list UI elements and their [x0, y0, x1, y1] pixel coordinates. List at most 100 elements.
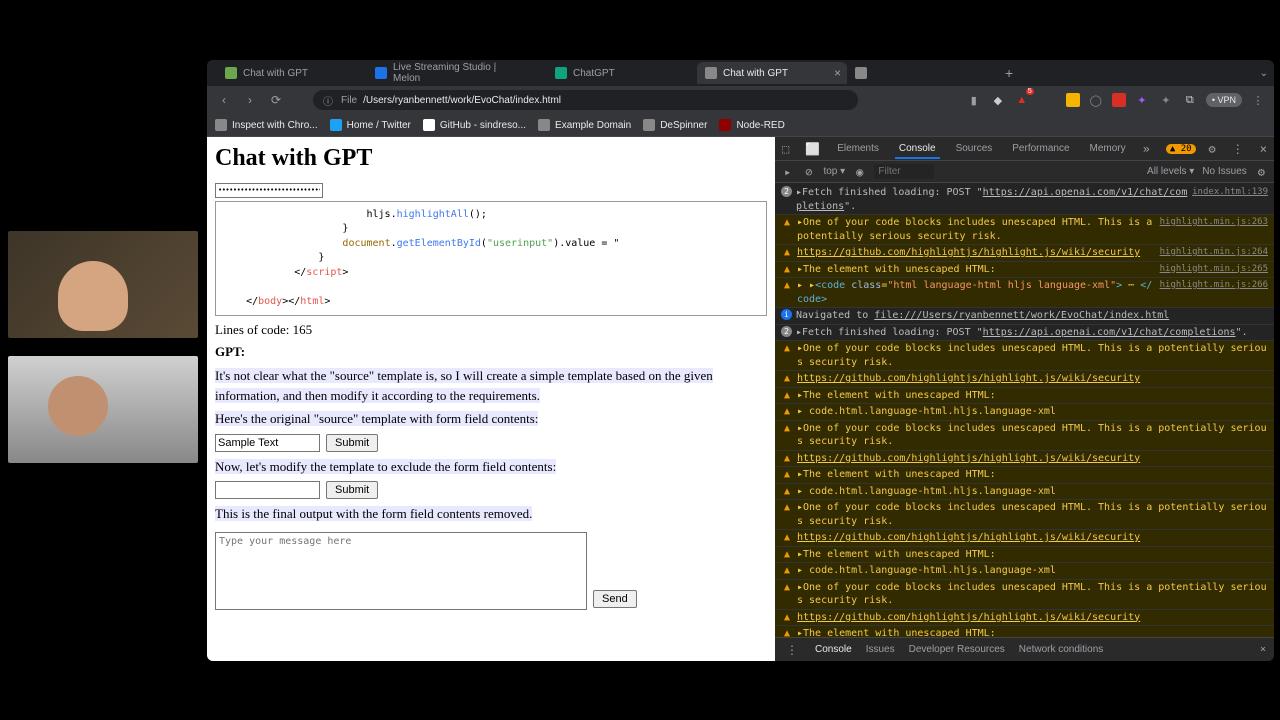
- warning-icon: ▲: [781, 389, 793, 403]
- close-tab-icon[interactable]: ×: [834, 66, 841, 80]
- console-settings-icon[interactable]: ⚙: [1255, 165, 1268, 179]
- console-log-entry[interactable]: ▲▸One of your code blocks includes unesc…: [775, 580, 1274, 610]
- drawer-tab-0[interactable]: Console: [815, 644, 852, 655]
- extensions: ▮ ◆ ▲5 ◯ ✦ ✦ ⧉ • VPN ⋮: [966, 92, 1266, 108]
- ext5-icon[interactable]: ✦: [1158, 92, 1174, 108]
- favicon-icon: [555, 67, 567, 79]
- drawer-menu-icon[interactable]: ⋮: [783, 643, 801, 657]
- devtools-tab-memory[interactable]: Memory: [1086, 143, 1130, 154]
- sample-input-1[interactable]: [215, 434, 320, 452]
- filter-input[interactable]: [874, 164, 934, 179]
- console-log-entry[interactable]: ▲https://github.com/highlightjs/highligh…: [775, 371, 1274, 388]
- forward-button[interactable]: ›: [241, 91, 259, 109]
- close-drawer-icon[interactable]: ×: [1260, 644, 1266, 655]
- log-source[interactable]: highlight.min.js:265: [1160, 263, 1268, 275]
- tabs-dropdown-icon[interactable]: ⌄: [1260, 68, 1268, 79]
- devtools-menu-icon[interactable]: ⋮: [1229, 142, 1247, 156]
- bookmark-0[interactable]: Inspect with Chro...: [215, 119, 318, 131]
- ext4-icon[interactable]: ✦: [1134, 92, 1150, 108]
- reload-button[interactable]: ⟳: [267, 91, 285, 109]
- console-log-entry[interactable]: ▲▸The element with unescaped HTML:: [775, 467, 1274, 484]
- message-input[interactable]: [215, 532, 587, 610]
- inspect-icon[interactable]: ⬚: [779, 142, 792, 156]
- back-button[interactable]: ‹: [215, 91, 233, 109]
- console-log-entry[interactable]: ▲▸The element with unescaped HTML:: [775, 626, 1274, 637]
- menu-icon[interactable]: ⋮: [1250, 92, 1266, 108]
- warnings-badge[interactable]: ▲ 20: [1166, 144, 1196, 154]
- settings-icon[interactable]: ⚙: [1206, 142, 1219, 156]
- console-log-entry[interactable]: ▲▸The element with unescaped HTML:highli…: [775, 262, 1274, 279]
- shield-icon[interactable]: ▮: [966, 92, 982, 108]
- sidebar-toggle-icon[interactable]: ▸: [781, 165, 794, 179]
- devtools-tab-console[interactable]: Console: [895, 143, 940, 159]
- devtools-tab-elements[interactable]: Elements: [833, 143, 883, 154]
- devtools-tab-performance[interactable]: Performance: [1008, 143, 1073, 154]
- console-log-entry[interactable]: ▲https://github.com/highlightjs/highligh…: [775, 610, 1274, 627]
- bookmark-4[interactable]: DeSpinner: [643, 119, 707, 131]
- log-source[interactable]: highlight.min.js:264: [1160, 246, 1268, 258]
- tab-3[interactable]: Chat with GPT×: [697, 62, 847, 84]
- console-log-entry[interactable]: ▲▸The element with unescaped HTML:: [775, 388, 1274, 405]
- close-devtools-icon[interactable]: ×: [1257, 142, 1270, 156]
- clear-console-icon[interactable]: ⊘: [802, 165, 815, 179]
- console-log-entry[interactable]: ▲▸One of your code blocks includes unesc…: [775, 421, 1274, 451]
- drawer-tab-3[interactable]: Network conditions: [1019, 644, 1103, 655]
- console-log-entry[interactable]: ▲▸One of your code blocks includes unesc…: [775, 215, 1274, 245]
- levels-selector[interactable]: All levels ▾: [1147, 166, 1194, 177]
- warning-icon: ▲: [781, 548, 793, 562]
- device-icon[interactable]: ⬜: [802, 142, 823, 156]
- vpn-button[interactable]: • VPN: [1206, 93, 1242, 107]
- tab-strip: Chat with GPTLive Streaming Studio | Mel…: [207, 60, 1274, 86]
- tab-0[interactable]: Chat with GPT: [217, 62, 367, 84]
- console-log-entry[interactable]: ▲ ▸ code.html.language-html.hljs.languag…: [775, 563, 1274, 580]
- bookmark-5[interactable]: Node-RED: [719, 119, 784, 131]
- api-key-field[interactable]: [215, 183, 323, 198]
- ext3-icon[interactable]: [1112, 93, 1126, 107]
- context-selector[interactable]: top ▾: [823, 166, 845, 177]
- sample-input-2[interactable]: [215, 481, 320, 499]
- console-log-entry[interactable]: 2▸Fetch finished loading: POST "https://…: [775, 325, 1274, 342]
- log-source[interactable]: highlight.min.js:263: [1160, 216, 1268, 228]
- console-log-entry[interactable]: ▲ ▸ ▸<code class="html language-html hlj…: [775, 278, 1274, 308]
- tab-2[interactable]: ChatGPT: [547, 62, 697, 84]
- new-tab-button[interactable]: +: [997, 65, 1021, 81]
- warning-icon: ▲: [781, 246, 793, 260]
- eye-icon[interactable]: ◉: [853, 165, 866, 179]
- bookmark-1[interactable]: Home / Twitter: [330, 119, 411, 131]
- console-log-entry[interactable]: ▲https://github.com/highlightjs/highligh…: [775, 245, 1274, 262]
- console-log-entry[interactable]: ▲https://github.com/highlightjs/highligh…: [775, 530, 1274, 547]
- console-output[interactable]: 2▸Fetch finished loading: POST "https://…: [775, 183, 1274, 637]
- shield2-icon[interactable]: ◆: [990, 92, 1006, 108]
- send-button[interactable]: Send: [593, 590, 637, 608]
- console-log-entry[interactable]: ▲▸One of your code blocks includes unesc…: [775, 500, 1274, 530]
- devtools-tab-sources[interactable]: Sources: [952, 143, 997, 154]
- ext2-icon[interactable]: ◯: [1088, 92, 1104, 108]
- submit-button-1[interactable]: Submit: [326, 434, 378, 452]
- submit-button-2[interactable]: Submit: [326, 481, 378, 499]
- console-log-entry[interactable]: ▲▸The element with unescaped HTML:: [775, 547, 1274, 564]
- more-tabs-icon[interactable]: »: [1140, 142, 1153, 156]
- pip-icon[interactable]: ⧉: [1182, 92, 1198, 108]
- tab-4[interactable]: [847, 62, 997, 84]
- console-log-entry[interactable]: ▲▸One of your code blocks includes unesc…: [775, 341, 1274, 371]
- console-log-entry[interactable]: iNavigated to file:///Users/ryanbennett/…: [775, 308, 1274, 325]
- console-log-entry[interactable]: 2▸Fetch finished loading: POST "https://…: [775, 185, 1274, 215]
- bookmark-3[interactable]: Example Domain: [538, 119, 631, 131]
- notif-icon[interactable]: ▲5: [1014, 92, 1030, 108]
- drawer-tab-1[interactable]: Issues: [866, 644, 895, 655]
- scheme-label: File: [341, 95, 357, 106]
- ext1-icon[interactable]: [1066, 93, 1080, 107]
- log-message: ▸One of your code blocks includes unesca…: [797, 342, 1268, 369]
- bookmarks-bar: Inspect with Chro... Home / Twitter GitHub…: [207, 114, 1274, 137]
- tab-1[interactable]: Live Streaming Studio | Melon: [367, 62, 547, 84]
- log-source[interactable]: highlight.min.js:266: [1160, 279, 1268, 291]
- issues-label[interactable]: No Issues: [1202, 166, 1246, 177]
- drawer-tab-2[interactable]: Developer Resources: [909, 644, 1005, 655]
- console-log-entry[interactable]: ▲https://github.com/highlightjs/highligh…: [775, 451, 1274, 468]
- bookmark-2[interactable]: GitHub - sindreso...: [423, 119, 526, 131]
- log-source[interactable]: index.html:139: [1192, 186, 1268, 198]
- console-log-entry[interactable]: ▲ ▸ code.html.language-html.hljs.languag…: [775, 484, 1274, 501]
- console-log-entry[interactable]: ▲ ▸ code.html.language-html.hljs.languag…: [775, 404, 1274, 421]
- favicon-icon: [225, 67, 237, 79]
- address-bar[interactable]: ⓘ File /Users/ryanbennett/work/EvoChat/i…: [313, 90, 858, 110]
